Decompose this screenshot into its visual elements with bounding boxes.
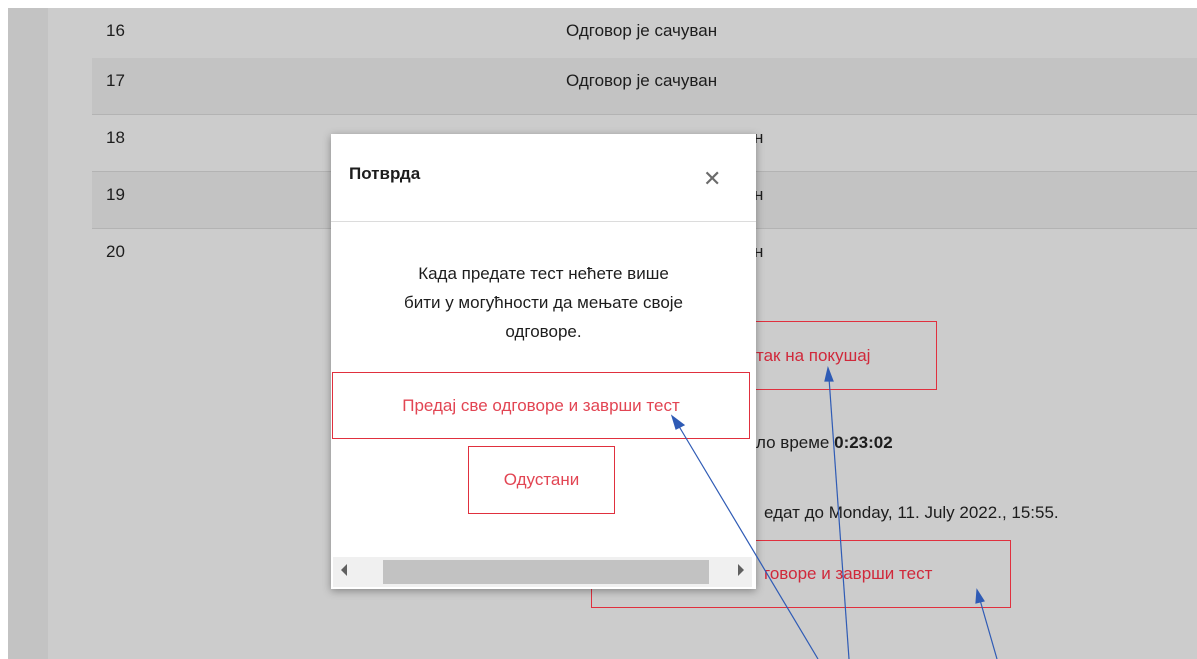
- question-status: Одговор је сачуван: [566, 71, 718, 90]
- scroll-right-icon[interactable]: [738, 564, 744, 576]
- dialog-header: Потврда ✕: [331, 134, 756, 222]
- question-number: 16: [106, 21, 125, 40]
- submit-all-background-label: говоре и заврши тест: [764, 564, 933, 583]
- scrollbar-thumb[interactable]: [383, 560, 709, 584]
- window-top-edge: [0, 0, 1197, 8]
- window-left-edge: [0, 8, 8, 659]
- scroll-left-icon[interactable]: [341, 564, 347, 576]
- table-row: 16 Одговор је сачуван: [92, 8, 1197, 65]
- horizontal-scrollbar[interactable]: [333, 557, 752, 587]
- confirmation-dialog: Потврда ✕ Када предате тест нећете више …: [331, 134, 756, 589]
- question-number: 18: [106, 128, 125, 147]
- close-icon[interactable]: ✕: [703, 168, 721, 190]
- time-left-label: ло време: [756, 433, 830, 452]
- question-number: 19: [106, 185, 125, 204]
- question-number: 20: [106, 242, 125, 261]
- submit-all-and-finish-button[interactable]: Предај све одговоре и заврши тест: [332, 372, 750, 439]
- due-date-text: едат до Monday, 11. July 2022., 15:55.: [764, 503, 1059, 522]
- left-sidebar: [8, 8, 48, 659]
- dialog-message: Када предате тест нећете више бити у мог…: [331, 259, 756, 346]
- table-row: 17 Одговор је сачуван: [92, 58, 1197, 115]
- dialog-message-line: Када предате тест нећете више: [418, 264, 669, 283]
- dialog-title: Потврда: [349, 164, 421, 183]
- dialog-message-line: одговоре.: [505, 322, 582, 341]
- time-left-text: ло време 0:23:02: [756, 433, 893, 453]
- dialog-message-line: бити у могућности да мењате своје: [403, 293, 684, 312]
- cancel-button[interactable]: Одустани: [468, 446, 615, 514]
- return-to-attempt-label: так на покушај: [756, 345, 871, 365]
- question-status: Одговор је сачуван: [566, 21, 718, 40]
- question-number: 17: [106, 71, 125, 90]
- time-left-value: 0:23:02: [834, 433, 893, 452]
